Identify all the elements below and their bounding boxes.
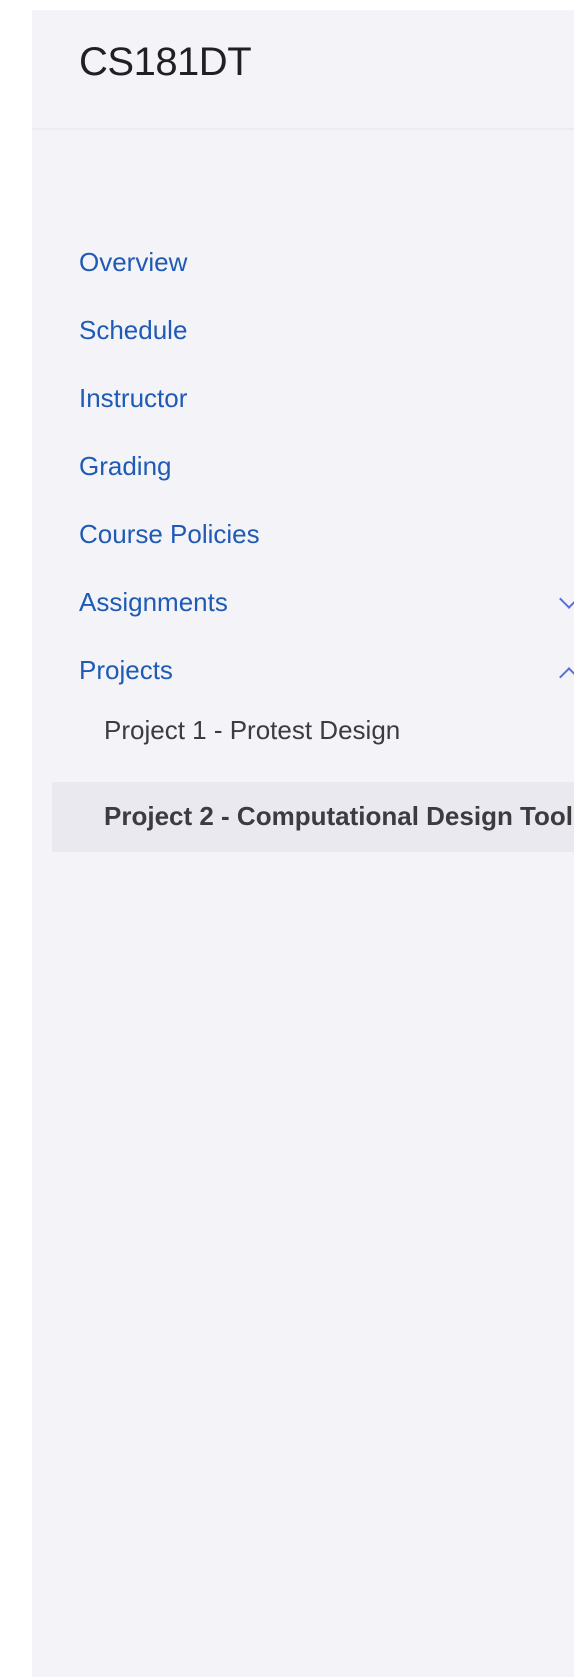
sub-item-project-2[interactable]: Project 2 - Computational Design Tool (52, 782, 574, 852)
nav-item-label: Assignments (79, 587, 228, 617)
sub-item-project-1[interactable]: Project 1 - Protest Design (32, 710, 574, 782)
nav-item-grading[interactable]: Grading (32, 446, 574, 514)
nav-item-projects[interactable]: Projects (32, 650, 574, 718)
nav-item-label: Projects (79, 655, 173, 685)
sidebar-header: CS181DT (32, 10, 574, 130)
nav-item-assignments[interactable]: Assignments (32, 582, 574, 650)
nav-item-overview[interactable]: Overview (32, 242, 574, 310)
nav-item-instructor[interactable]: Instructor (32, 378, 574, 446)
chevron-down-icon[interactable] (559, 589, 574, 609)
projects-submenu: Project 1 - Protest Design Project 2 - C… (32, 710, 574, 852)
nav-item-course-policies[interactable]: Course Policies (32, 514, 574, 582)
nav-item-schedule[interactable]: Schedule (32, 310, 574, 378)
sidebar: CS181DT Overview Schedule Instructor Gra… (32, 10, 574, 1677)
chevron-up-icon[interactable] (559, 667, 574, 687)
site-title[interactable]: CS181DT (79, 40, 252, 85)
sidebar-nav: Overview Schedule Instructor Grading Cou… (32, 242, 574, 852)
